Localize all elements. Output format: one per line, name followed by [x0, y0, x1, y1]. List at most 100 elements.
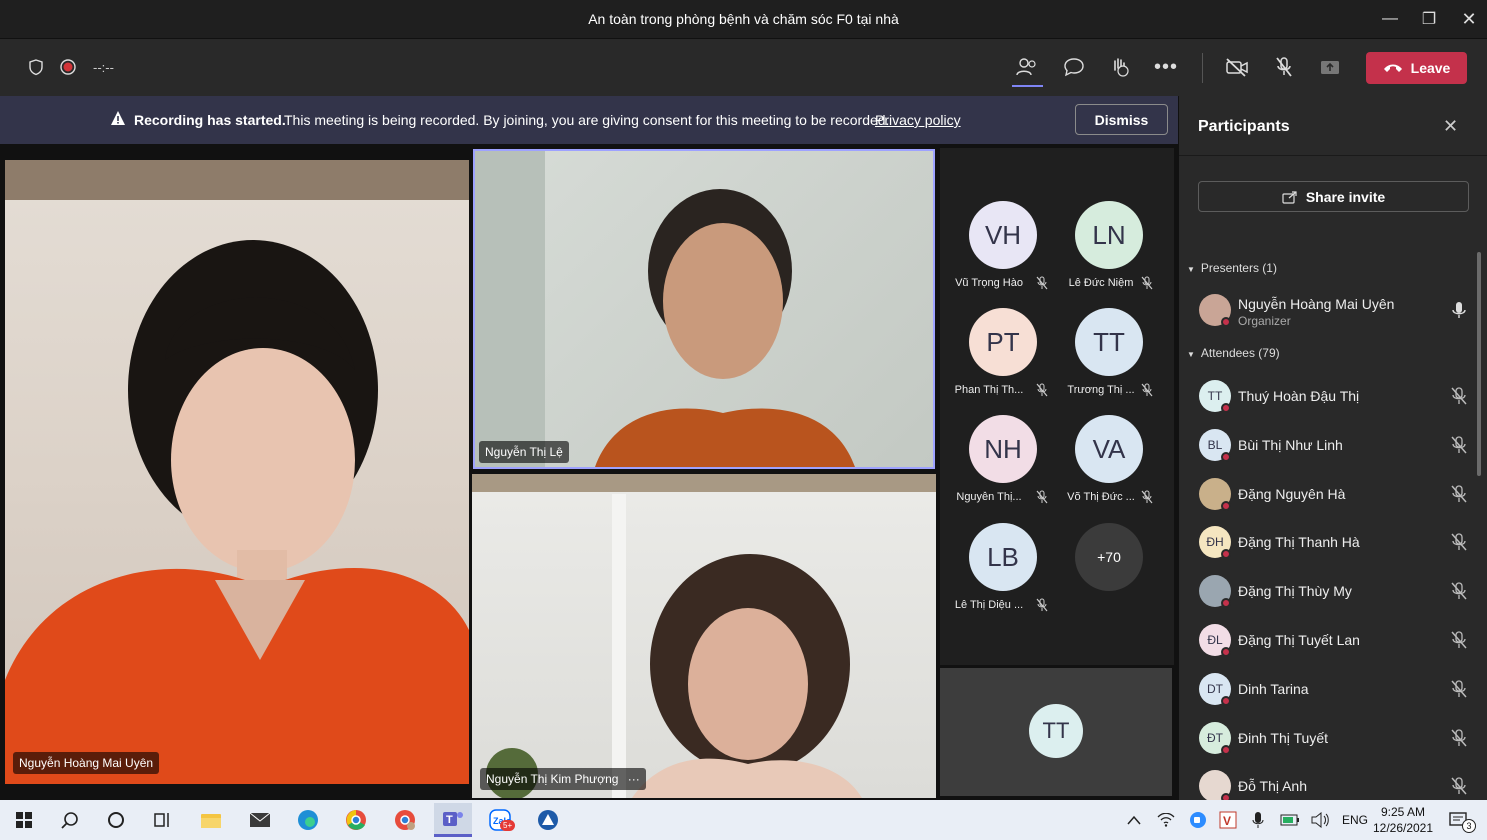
- chrome-profile-icon[interactable]: [389, 806, 421, 834]
- mail-icon[interactable]: [244, 806, 276, 834]
- windows-start-icon[interactable]: [8, 806, 40, 834]
- participant-name: Bùi Thị Như Linh: [1238, 436, 1343, 453]
- mic-off-icon[interactable]: [1449, 386, 1469, 406]
- avatar: TT: [1075, 308, 1143, 376]
- share-screen-icon[interactable]: [1312, 49, 1348, 85]
- mic-off-icon[interactable]: [1449, 776, 1469, 796]
- mic-off-icon[interactable]: [1449, 728, 1469, 748]
- attendee-row[interactable]: ĐH Đặng Thị Thanh Hà: [1199, 522, 1469, 562]
- chat-icon[interactable]: [1056, 49, 1092, 85]
- avatar-initials: TT: [1042, 718, 1070, 743]
- mic-off-icon[interactable]: [1266, 49, 1302, 85]
- clock-time: 9:25 AM: [1380, 805, 1426, 819]
- participant-video-silhouette: [486, 554, 862, 798]
- battery-icon[interactable]: [1274, 806, 1306, 834]
- attendee-row[interactable]: ĐL Đặng Thị Tuyết Lan: [1199, 620, 1469, 660]
- status-badge: [1221, 695, 1231, 706]
- meeting-timer: --:--: [93, 60, 114, 75]
- app-triangle-icon[interactable]: [532, 806, 564, 834]
- panel-divider: [1179, 155, 1487, 156]
- banner-title: Recording has started.: [134, 112, 286, 128]
- avatar-name: Phan Thị Th...: [954, 384, 1024, 396]
- mic-off-icon: [1036, 276, 1048, 295]
- edge-icon[interactable]: [292, 806, 324, 834]
- video-tile-bottom[interactable]: Nguyễn Thị Kim Phượng ···: [472, 474, 936, 798]
- video-tile-top[interactable]: Nguyễn Thị Lệ: [473, 149, 935, 469]
- zalo-icon[interactable]: Zalo 5+: [484, 806, 516, 834]
- attendees-header[interactable]: ▼ Attendees (79): [1187, 346, 1280, 360]
- mic-off-icon: [1036, 383, 1048, 402]
- status-badge: [1221, 451, 1231, 462]
- clock[interactable]: 9:25 AM 12/26/2021: [1372, 804, 1434, 836]
- microphone-tray-icon[interactable]: [1242, 806, 1274, 834]
- video-name-tag: Nguyễn Thị Lệ: [479, 441, 569, 463]
- dismiss-button[interactable]: Dismiss: [1075, 104, 1168, 135]
- mic-off-icon[interactable]: [1449, 484, 1469, 504]
- attendee-row[interactable]: BL Bùi Thị Như Linh: [1199, 425, 1469, 465]
- participant-name: Đặng Thị Thanh Hà: [1238, 534, 1360, 551]
- status-badge: [1221, 500, 1231, 511]
- volume-icon[interactable]: [1304, 806, 1336, 834]
- attendee-row[interactable]: Đặng Thị Thùy My: [1199, 571, 1469, 611]
- reactions-icon[interactable]: [1102, 49, 1138, 85]
- notification-center-icon[interactable]: 3: [1442, 806, 1476, 834]
- camera-off-icon[interactable]: [1219, 49, 1255, 85]
- chevron-down-icon: ▼: [1187, 350, 1195, 359]
- file-explorer-icon[interactable]: [195, 806, 227, 834]
- chrome-icon[interactable]: [340, 806, 372, 834]
- video-name-tag: Nguyễn Thị Kim Phượng ···: [480, 768, 646, 790]
- attendee-row[interactable]: ĐT Đinh Thị Tuyết: [1199, 718, 1469, 758]
- mic-off-icon[interactable]: [1449, 581, 1469, 601]
- window-title: An toàn trong phòng bệnh và chăm sóc F0 …: [588, 11, 899, 27]
- presenters-header[interactable]: ▼ Presenters (1): [1187, 261, 1277, 275]
- language-indicator[interactable]: ENG: [1342, 813, 1368, 827]
- toolbar-divider: [1202, 53, 1203, 83]
- banner-text: This meeting is being recorded. By joini…: [284, 112, 890, 128]
- status-badge: [1221, 317, 1231, 327]
- avatar-name: Nguyễn Thị...: [956, 491, 1022, 503]
- zoom-tray-icon[interactable]: [1182, 806, 1214, 834]
- wifi-icon[interactable]: [1150, 806, 1182, 834]
- mic-off-icon[interactable]: [1449, 435, 1469, 455]
- vietkey-icon[interactable]: V: [1212, 806, 1244, 834]
- avatar-initials: NH: [984, 433, 1022, 464]
- close-icon[interactable]: ✕: [1443, 116, 1458, 137]
- meeting-toolbar: --:-- ••• Leave: [0, 38, 1487, 96]
- cortana-icon[interactable]: [100, 806, 132, 834]
- panel-scrollbar[interactable]: [1477, 252, 1481, 476]
- share-invite-button[interactable]: Share invite: [1198, 181, 1469, 212]
- mic-off-icon[interactable]: [1449, 679, 1469, 699]
- status-badge: [1221, 744, 1231, 755]
- mic-off-icon: [1141, 276, 1153, 295]
- video-tile-main[interactable]: Nguyễn Hoàng Mai Uyên: [5, 160, 469, 784]
- avatar-name: Võ Thị Đức ...: [1067, 491, 1135, 503]
- search-icon[interactable]: [54, 806, 86, 834]
- mic-off-icon: [1141, 490, 1153, 509]
- attendee-row[interactable]: Đặng Nguyên Hà: [1199, 474, 1469, 514]
- video-tile-extra[interactable]: TT: [940, 668, 1172, 796]
- mic-off-icon[interactable]: [1449, 532, 1469, 552]
- title-bar: An toàn trong phòng bệnh và chăm sóc F0 …: [0, 0, 1487, 38]
- more-options-icon[interactable]: ···: [628, 772, 640, 786]
- avatar: NH: [969, 415, 1037, 483]
- shield-icon[interactable]: [18, 49, 54, 85]
- avatar-initials: VA: [1092, 433, 1126, 464]
- more-actions-icon[interactable]: •••: [1148, 49, 1184, 85]
- share-icon: [1282, 190, 1297, 204]
- close-window-button[interactable]: ✕: [1446, 0, 1487, 38]
- people-icon[interactable]: [1009, 49, 1045, 85]
- teams-icon[interactable]: T: [434, 803, 472, 837]
- leave-button[interactable]: Leave: [1366, 52, 1467, 84]
- privacy-policy-link[interactable]: Privacy policy: [875, 112, 961, 128]
- attendee-row[interactable]: DT Dinh Tarina: [1199, 669, 1469, 709]
- participant-video-silhouette: [5, 240, 469, 784]
- overflow-participants-button[interactable]: +70: [1075, 523, 1143, 591]
- svg-text:T: T: [446, 814, 453, 826]
- chevron-up-icon[interactable]: [1118, 806, 1150, 834]
- task-view-icon[interactable]: [146, 806, 178, 834]
- attendee-row[interactable]: TT Thuý Hoàn Đậu Thị: [1199, 376, 1469, 416]
- avatar-initials: BL: [1207, 437, 1223, 452]
- mic-off-icon[interactable]: [1449, 630, 1469, 650]
- presenter-row[interactable]: Nguyễn Hoàng Mai Uyên Organizer: [1199, 290, 1469, 330]
- avatar-initials: ĐT: [1207, 730, 1223, 745]
